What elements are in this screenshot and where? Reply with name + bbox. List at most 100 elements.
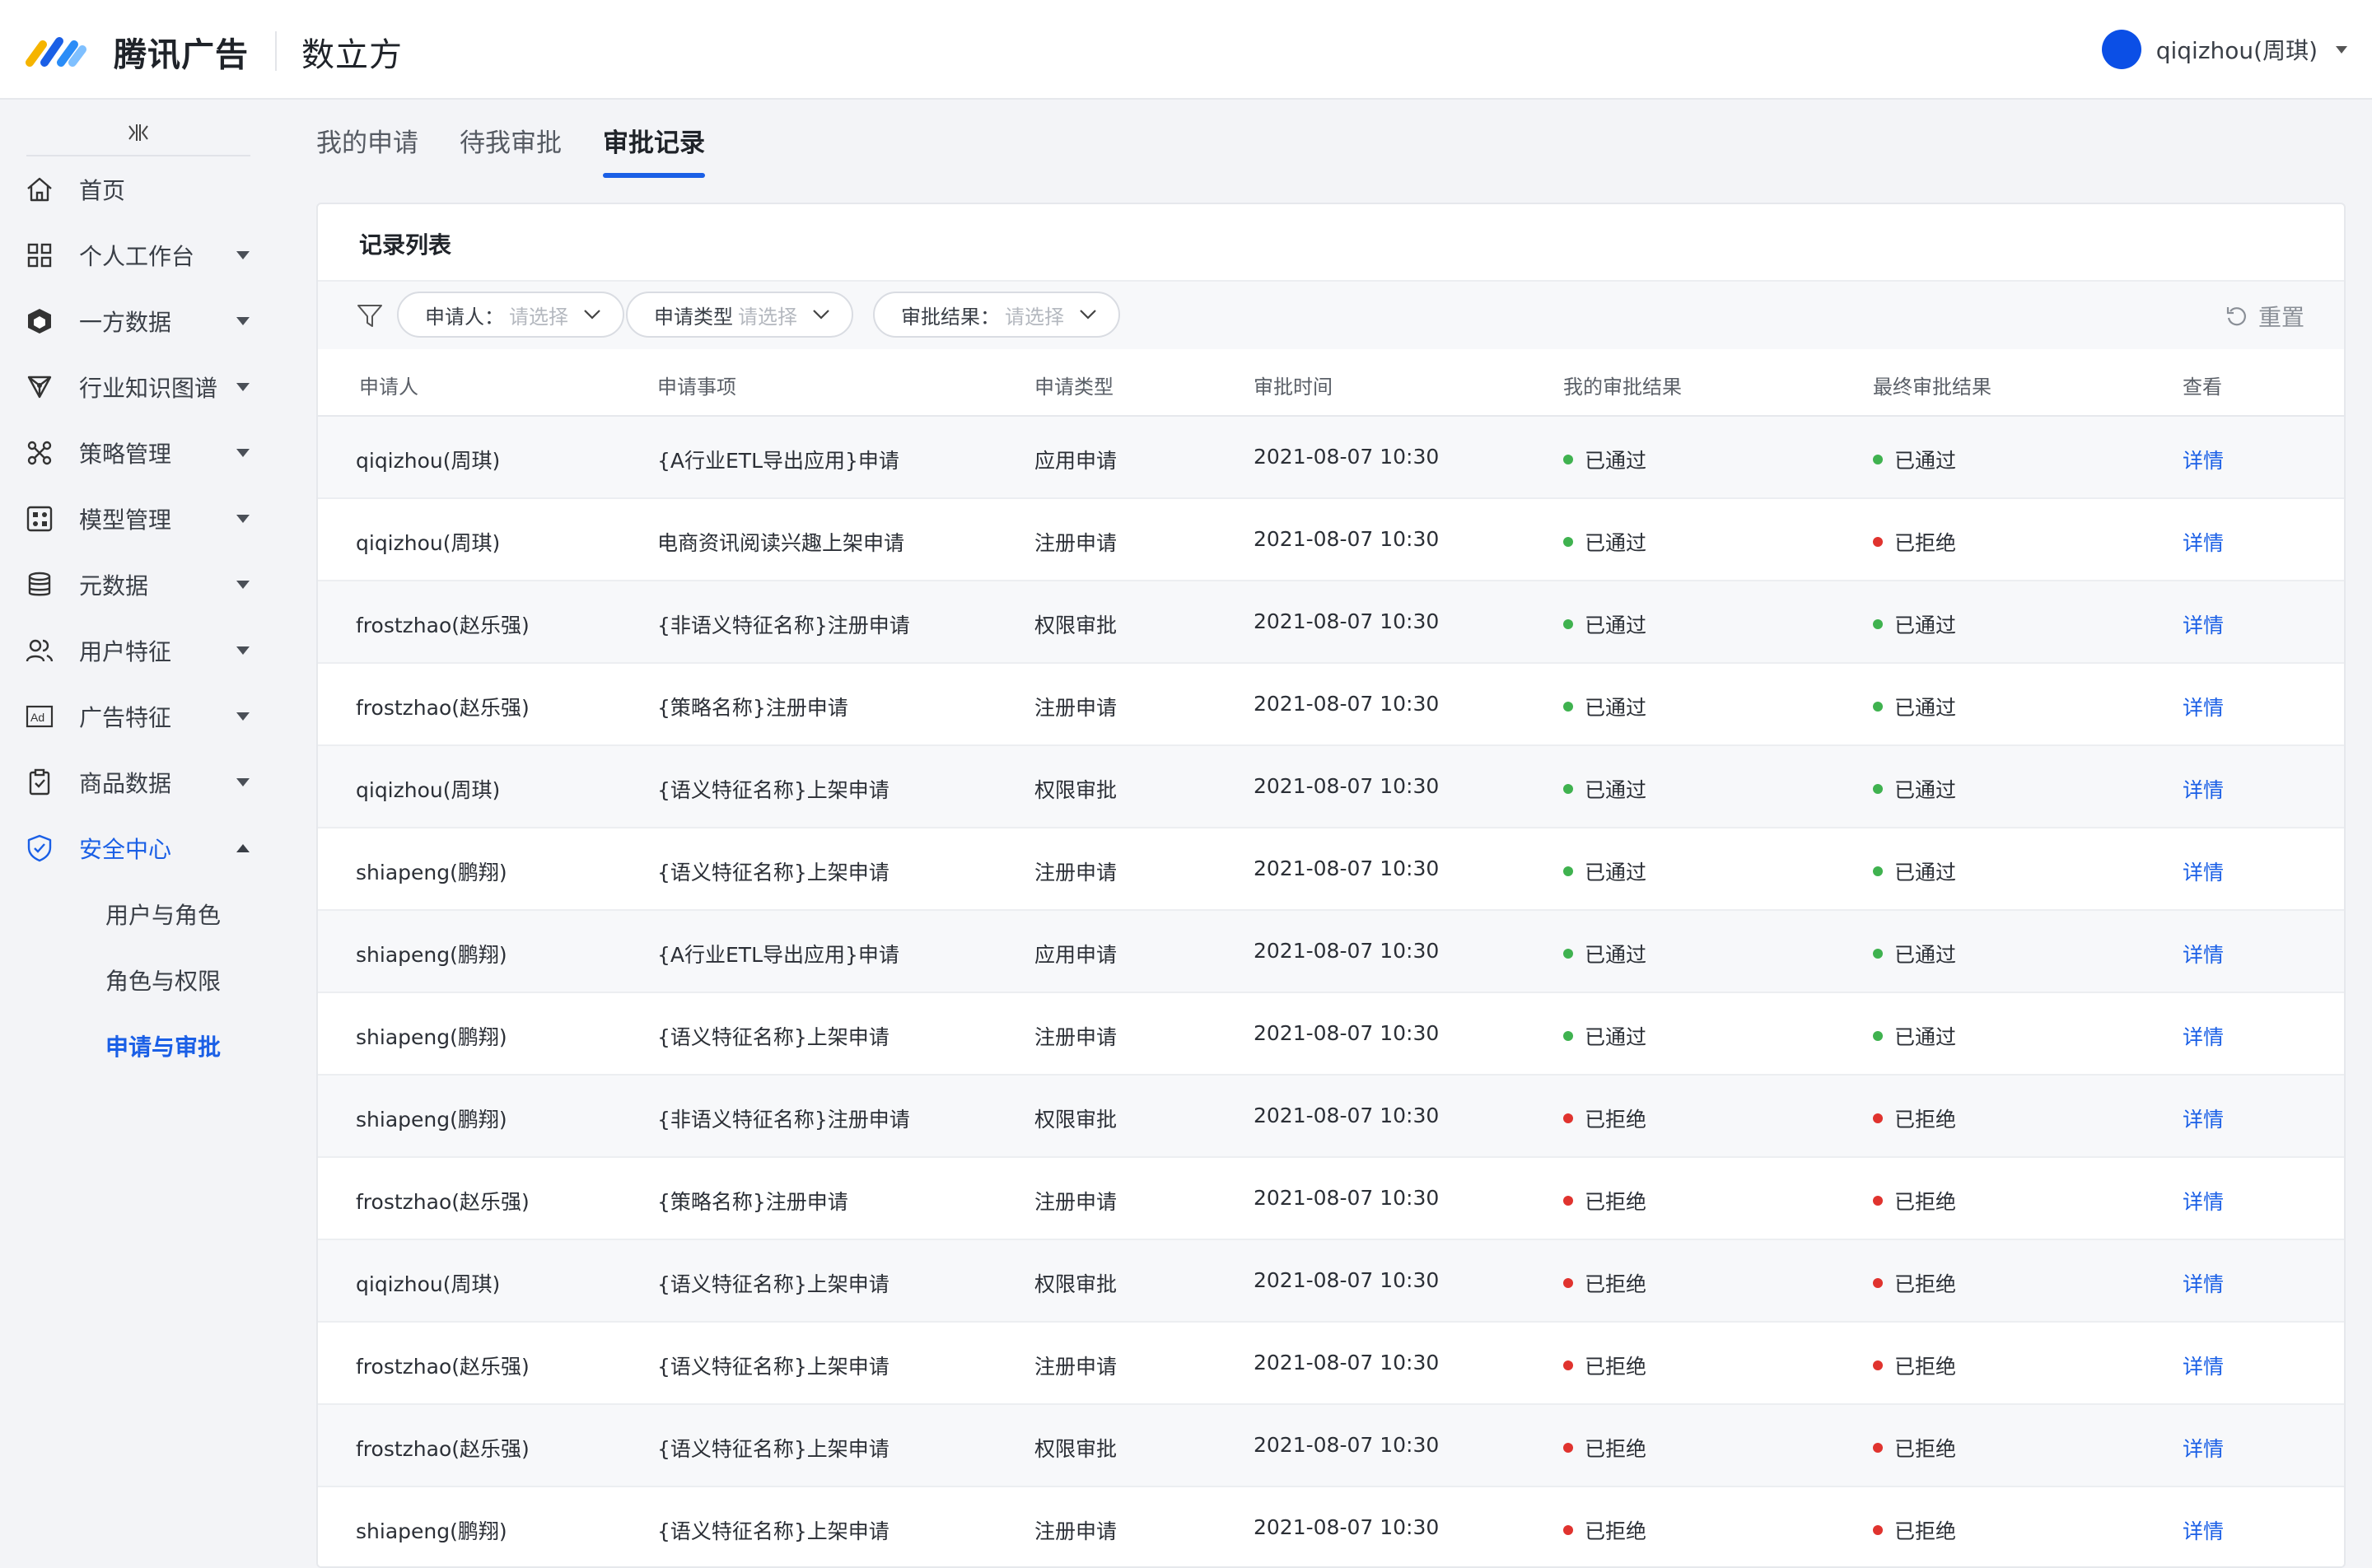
chevron-down-icon [813, 310, 829, 320]
status-text: 已拒绝 [1894, 1108, 1957, 1132]
final-result-status: 已拒绝 [1873, 527, 1956, 557]
table-body: qiqizhou(周琪) {A行业ETL导出应用}申请 应用申请 2021-08-07… [318, 417, 2344, 1566]
avatar[interactable] [2101, 30, 2141, 69]
chevron-down-icon [236, 646, 250, 655]
detail-link[interactable]: 详情 [2183, 939, 2224, 968]
sidebar-subitem-0[interactable]: 用户与角色 [0, 881, 277, 947]
clipboard-icon [29, 768, 50, 796]
sidebar-item-label: 元数据 [79, 572, 149, 600]
chevron-down-icon [236, 778, 250, 786]
sidebar-item-label: 广告特征 [79, 704, 172, 731]
status-dot-icon [1873, 1113, 1883, 1123]
status-dot-icon [1873, 537, 1883, 547]
status-text: 已通过 [1894, 696, 1957, 720]
detail-link[interactable]: 详情 [2183, 1021, 2224, 1051]
status-dot-icon [1563, 1525, 1573, 1535]
status-text: 已拒绝 [1894, 1519, 1957, 1543]
final-result-status: 已通过 [1873, 1021, 1956, 1051]
sidebar-item-0[interactable]: 首页 [0, 156, 277, 222]
sidebar-item-6[interactable]: 元数据 [0, 552, 277, 618]
tencent-ads-logo[interactable] [25, 33, 87, 69]
status-dot-icon [1563, 455, 1573, 464]
detail-link[interactable]: 详情 [2183, 774, 2224, 804]
final-result-status: 已拒绝 [1873, 1268, 1956, 1298]
detail-link[interactable]: 详情 [2183, 527, 2224, 557]
sidebar-item-7[interactable]: 用户特征 [0, 618, 277, 684]
filter-label: 申请人： [425, 305, 504, 329]
detail-link[interactable]: 详情 [2183, 609, 2224, 639]
filter-select-2[interactable]: 审批结果： 请选择 [873, 292, 1120, 338]
my-result-status: 已拒绝 [1563, 1104, 1646, 1133]
status-text: 已拒绝 [1585, 1437, 1647, 1461]
tab-0[interactable]: 我的申请 [316, 125, 418, 178]
item-cell: {语义特征名称}上架申请 [657, 1272, 890, 1296]
chevron-down-icon[interactable] [2336, 45, 2347, 54]
my-result-status: 已通过 [1563, 445, 1646, 474]
status-dot-icon [1873, 1031, 1883, 1041]
sidebar-item-10[interactable]: 安全中心 [0, 815, 277, 881]
sidebar-subitem-1[interactable]: 角色与权限 [0, 947, 277, 1013]
type-cell: 权限审批 [1034, 1108, 1118, 1132]
item-cell: {A行业ETL导出应用}申请 [657, 943, 899, 967]
detail-link[interactable]: 详情 [2183, 445, 2224, 474]
sidebar-item-label: 商品数据 [79, 770, 172, 797]
status-dot-icon [1563, 1031, 1573, 1041]
sidebar-subitem-label: 申请与审批 [105, 1034, 222, 1061]
sidebar-item-3[interactable]: 行业知识图谱 [0, 354, 277, 420]
sidebar-item-9[interactable]: 商品数据 [0, 749, 277, 815]
table-row: shiapeng(鹏翔) {语义特征名称}上架申请 注册申请 2021-08-07 1… [318, 828, 2344, 911]
detail-link[interactable]: 详情 [2183, 1268, 2224, 1298]
filter-select-0[interactable]: 申请人： 请选择 [397, 292, 624, 338]
item-cell: {语义特征名称}上架申请 [657, 1025, 890, 1049]
sidebar-item-1[interactable]: 个人工作台 [0, 222, 277, 288]
status-dot-icon [1873, 784, 1883, 794]
detail-link[interactable]: 详情 [2183, 1351, 2224, 1380]
status-dot-icon [1563, 949, 1573, 959]
final-result-status: 已拒绝 [1873, 1186, 1956, 1216]
reset-label[interactable]: 重置 [2258, 300, 2304, 333]
type-cell: 权限审批 [1034, 778, 1118, 802]
final-result-status: 已通过 [1873, 939, 1956, 968]
sidebar-item-8[interactable]: Ad 广告特征 [0, 684, 277, 749]
detail-link[interactable]: 详情 [2183, 1104, 2224, 1133]
brand-name: 腾讯广告 [114, 36, 249, 74]
detail-link[interactable]: 详情 [2183, 856, 2224, 886]
user-menu[interactable]: qiqizhou(周琪) [2101, 28, 2347, 71]
final-result-status: 已拒绝 [1873, 1104, 1956, 1133]
type-cell: 注册申请 [1034, 531, 1118, 555]
tab-2[interactable]: 审批记录 [603, 125, 705, 178]
sidebar-subitem-2[interactable]: 申请与审批 [0, 1013, 277, 1079]
sidebar-item-4[interactable]: 策略管理 [0, 420, 277, 486]
tab-1[interactable]: 待我审批 [460, 125, 562, 178]
reset-button[interactable]: 重置 [2224, 300, 2304, 333]
sidebar-item-5[interactable]: 模型管理 [0, 486, 277, 552]
item-cell: 电商资讯阅读兴趣上架申请 [657, 531, 905, 555]
sidebar-item-2[interactable]: 一方数据 [0, 288, 277, 354]
status-dot-icon [1873, 455, 1883, 464]
detail-link[interactable]: 详情 [2183, 1515, 2224, 1545]
my-result-status: 已通过 [1563, 1021, 1646, 1051]
applicant-cell: qiqizhou(周琪) [356, 531, 501, 555]
svg-text:Ad: Ad [30, 711, 44, 724]
filter-placeholder: 请选择 [509, 305, 568, 329]
sidebar-collapse-button[interactable] [26, 110, 250, 156]
filter-select-1[interactable]: 申请类型 请选择 [626, 292, 853, 338]
detail-link[interactable]: 详情 [2183, 692, 2224, 721]
detail-link[interactable]: 详情 [2183, 1433, 2224, 1463]
status-text: 已通过 [1585, 614, 1647, 637]
status-text: 已通过 [1585, 696, 1647, 720]
username[interactable]: qiqizhou(周琪) [2156, 33, 2318, 66]
applicant-cell: shiapeng(鹏翔) [356, 861, 507, 884]
status-text: 已拒绝 [1894, 1355, 1957, 1379]
status-text: 已通过 [1894, 449, 1957, 473]
filter-placeholder: 请选择 [1005, 305, 1064, 329]
time-cell: 2021-08-07 10:30 [1254, 1351, 1440, 1374]
type-cell: 注册申请 [1034, 861, 1118, 884]
detail-link[interactable]: 详情 [2183, 1186, 2224, 1216]
table-row: qiqizhou(周琪) {语义特征名称}上架申请 权限审批 2021-08-07 1… [318, 1240, 2344, 1323]
collapse-icon[interactable] [127, 122, 150, 143]
applicant-cell: frostzhao(赵乐强) [356, 696, 530, 720]
applicant-cell: frostzhao(赵乐强) [356, 614, 530, 637]
status-text: 已通过 [1585, 531, 1647, 555]
status-text: 已拒绝 [1585, 1272, 1647, 1296]
